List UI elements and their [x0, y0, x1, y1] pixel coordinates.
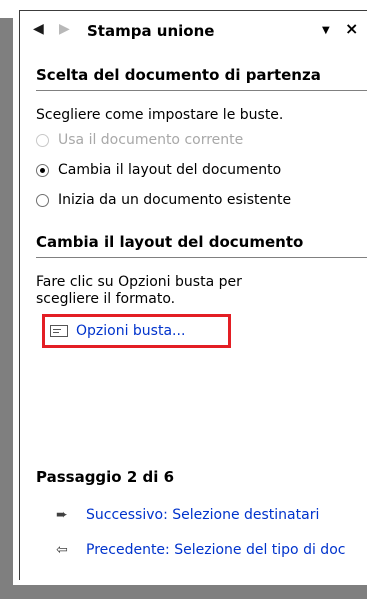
envelope-options-link[interactable]: Opzioni busta... — [42, 314, 231, 348]
chevron-down-icon[interactable]: ▼ — [322, 25, 330, 36]
radio-button[interactable] — [36, 193, 49, 207]
section-title-change-layout: Cambia il layout del documento — [36, 233, 367, 258]
task-pane: ◀ ▶ Stampa unione ▼ × Scelta del documen… — [19, 10, 367, 580]
instruction-text: Scegliere come impostare le buste. — [36, 107, 284, 123]
arrow-right-icon[interactable]: ➨ — [56, 507, 78, 523]
envelope-options-label[interactable]: Opzioni busta... — [76, 323, 185, 339]
arrow-left-icon[interactable]: ◀ — [33, 21, 44, 37]
help-text-line1: Fare clic su Opzioni busta per — [36, 274, 242, 290]
shadow-left — [0, 18, 13, 599]
previous-step-link[interactable]: ⇦ Precedente: Selezione del tipo di doc — [56, 542, 345, 558]
previous-step-label[interactable]: Precedente: Selezione del tipo di doc — [86, 542, 345, 558]
help-text-line2: scegliere il formato. — [36, 291, 176, 307]
radio-label[interactable]: Inizia da un documento esistente — [58, 192, 291, 208]
step-indicator: Passaggio 2 di 6 — [36, 468, 175, 486]
arrow-left-icon[interactable]: ⇦ — [56, 542, 78, 558]
next-step-label[interactable]: Successivo: Selezione destinatari — [86, 507, 319, 523]
radio-label: Usa il documento corrente — [58, 132, 244, 148]
next-step-link[interactable]: ➨ Successivo: Selezione destinatari — [56, 507, 319, 523]
radio-button[interactable] — [36, 163, 49, 177]
close-icon[interactable]: × — [345, 19, 358, 38]
radio-start-existing[interactable]: Inizia da un documento esistente — [36, 190, 291, 210]
section-title-starting-document: Scelta del documento di partenza — [36, 66, 367, 91]
pane-title[interactable]: Stampa unione — [87, 22, 214, 40]
radio-use-current-document: Usa il documento corrente — [36, 130, 243, 150]
arrow-right-icon[interactable]: ▶ — [59, 21, 70, 37]
envelope-icon[interactable] — [50, 325, 68, 337]
shadow-bottom — [0, 585, 367, 599]
radio-button — [36, 133, 49, 147]
radio-label[interactable]: Cambia il layout del documento — [58, 162, 281, 178]
radio-change-layout[interactable]: Cambia il layout del documento — [36, 160, 281, 180]
task-pane-header: ◀ ▶ Stampa unione ▼ × — [20, 11, 367, 47]
